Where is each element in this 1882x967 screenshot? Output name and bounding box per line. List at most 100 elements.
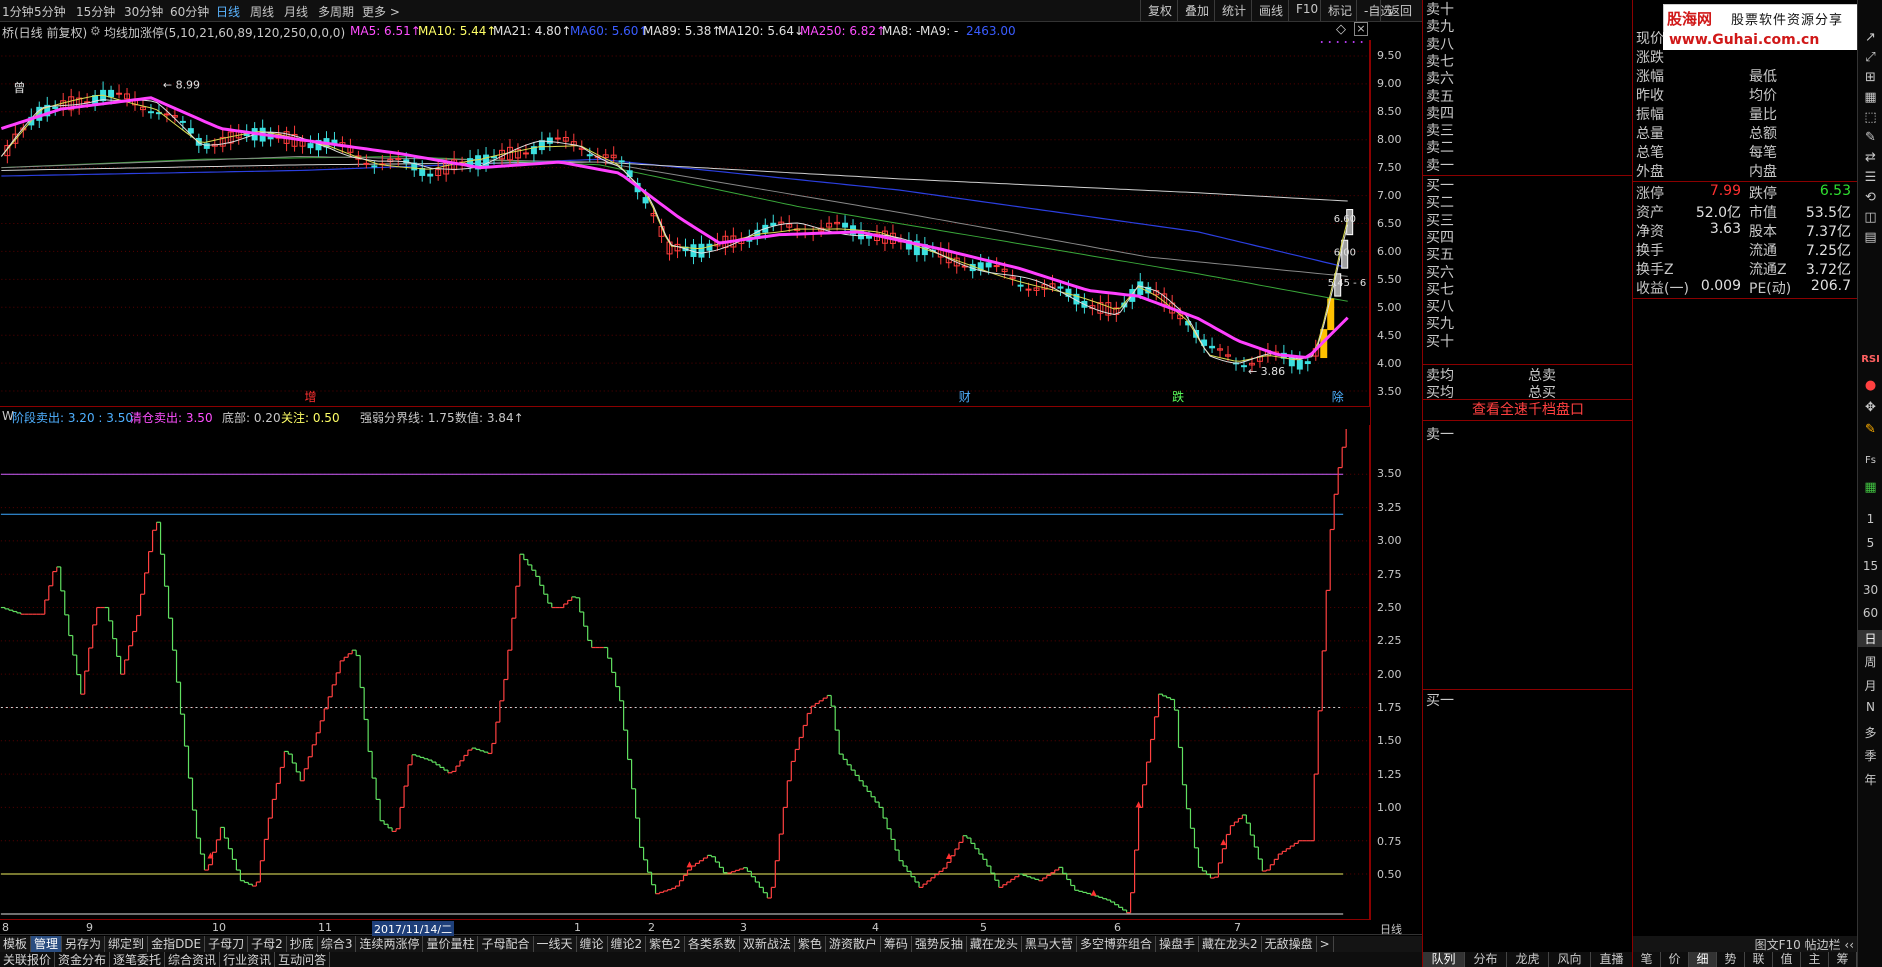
period-60min[interactable]: 60分钟 xyxy=(170,3,209,20)
period-shortcut[interactable]: 15 xyxy=(1858,559,1882,573)
period-15min[interactable]: 15分钟 xyxy=(76,3,115,20)
period-shortcut[interactable]: 30 xyxy=(1858,583,1882,597)
template-tab[interactable]: 管理 xyxy=(31,936,63,952)
detail-tab[interactable]: 势 xyxy=(1717,952,1745,967)
template-tab[interactable]: 缠论2 xyxy=(608,936,647,952)
quick-view-button[interactable]: 查看全速千档盘口 xyxy=(1423,399,1633,421)
info-tab[interactable]: 行业资讯 xyxy=(220,952,276,967)
template-tab[interactable]: 强势反抽 xyxy=(912,936,967,952)
side-tab[interactable]: 分布 xyxy=(1465,952,1507,967)
info-tab[interactable]: 资金分布 xyxy=(55,952,111,967)
template-tab[interactable]: 金指DDE xyxy=(148,936,206,952)
indicator-formula[interactable]: 均线加涨停(5,10,21,60,89,120,250,0,0,0) xyxy=(104,24,345,41)
info-tab[interactable]: 关联报价 xyxy=(0,952,56,967)
tool-icon[interactable]: ☰ xyxy=(1858,170,1882,185)
side-tab[interactable]: 队列 xyxy=(1423,952,1465,967)
template-tab[interactable]: 子母刀 xyxy=(205,936,249,952)
period-shortcut[interactable]: 5 xyxy=(1858,536,1882,550)
detail-tab[interactable]: 主 xyxy=(1801,952,1829,967)
tool-icon[interactable]: ▤ xyxy=(1858,230,1882,245)
detail-tab[interactable]: 价 xyxy=(1661,952,1689,967)
period-day[interactable]: 日线 xyxy=(216,3,240,20)
template-tab[interactable]: 绑定到 xyxy=(105,936,149,952)
fs-icon[interactable]: Fs xyxy=(1858,455,1882,466)
template-tab[interactable]: 多空博弈组合 xyxy=(1077,936,1156,952)
period-shortcut[interactable]: 周 xyxy=(1858,653,1882,670)
template-tab[interactable]: 无敌操盘 xyxy=(1262,936,1317,952)
rsi-icon[interactable]: RSI xyxy=(1858,354,1882,365)
template-tab[interactable]: 量价量柱 xyxy=(423,936,479,952)
detail-tab[interactable]: 联 xyxy=(1745,952,1773,967)
tool-icon[interactable]: ⬚ xyxy=(1858,110,1882,125)
template-tab[interactable]: 子母2 xyxy=(248,936,287,952)
info-tab[interactable]: 逐笔委托 xyxy=(110,952,166,967)
side-tab[interactable]: 直播 xyxy=(1591,952,1633,967)
period-more[interactable]: 更多 > xyxy=(362,3,400,20)
template-tab[interactable]: 抄底 xyxy=(287,936,318,952)
template-tab[interactable]: 各类系数 xyxy=(685,936,740,952)
template-tab[interactable]: 另存为 xyxy=(62,936,106,952)
side-tab[interactable]: 龙虎 xyxy=(1507,952,1549,967)
period-5min[interactable]: 5分钟 xyxy=(34,3,66,20)
expand-icon[interactable]: ◇ xyxy=(1336,22,1346,37)
period-shortcut[interactable]: 年 xyxy=(1858,771,1882,788)
template-tab[interactable]: 综合3 xyxy=(318,936,357,952)
back-button[interactable]: 返回 xyxy=(1380,0,1419,21)
tool-icon[interactable]: ▦ xyxy=(1858,90,1882,105)
side-tab[interactable]: 风向 xyxy=(1549,952,1591,967)
grid-icon[interactable]: ▦ xyxy=(1858,480,1882,495)
period-1min[interactable]: 1分钟 xyxy=(2,3,34,20)
template-tab[interactable]: 双新战法 xyxy=(740,936,795,952)
tool-icon[interactable]: ⤢ xyxy=(1858,50,1882,65)
period-shortcut[interactable]: 月 xyxy=(1858,677,1882,694)
period-month[interactable]: 月线 xyxy=(284,3,308,20)
stats-button[interactable]: 统计 xyxy=(1214,0,1253,21)
period-30min[interactable]: 30分钟 xyxy=(124,3,163,20)
price-chart[interactable]: ← 8.99 ← 3.86 6.60 6.00 5.45 - 6 曾增 财 跌 除 xyxy=(0,40,1370,407)
template-tab[interactable]: 紫色2 xyxy=(646,936,685,952)
tool-icon[interactable]: ↗ xyxy=(1858,30,1882,45)
template-tab[interactable]: 游资散户 xyxy=(826,936,881,952)
template-tab[interactable]: 模板 xyxy=(0,936,32,952)
period-multi[interactable]: 多周期 xyxy=(318,3,354,20)
indicator-chart[interactable] xyxy=(0,425,1370,920)
detail-tab[interactable]: 笔 xyxy=(1633,952,1661,967)
period-shortcut[interactable]: 60 xyxy=(1858,606,1882,620)
detail-tab[interactable]: 细 xyxy=(1689,952,1717,967)
template-tab[interactable]: 一线天 xyxy=(534,936,577,952)
mark-button[interactable]: 标记 xyxy=(1320,0,1359,21)
template-tab[interactable]: 连续两涨停 xyxy=(356,936,424,952)
tool-icon[interactable]: ⇄ xyxy=(1858,150,1882,165)
period-shortcut[interactable]: 日 xyxy=(1858,629,1882,647)
period-week[interactable]: 周线 xyxy=(250,3,274,20)
template-tab[interactable]: 筹码 xyxy=(881,936,912,952)
tool-icon[interactable]: ◫ xyxy=(1858,210,1882,225)
tool-icon[interactable]: ✎ xyxy=(1858,130,1882,145)
period-shortcut[interactable]: 季 xyxy=(1858,747,1882,764)
detail-tab[interactable]: 筹 xyxy=(1829,952,1857,967)
tool-icon[interactable]: ⟲ xyxy=(1858,190,1882,205)
template-tab[interactable]: 操盘手 xyxy=(1156,936,1199,952)
template-tab[interactable]: 缠论 xyxy=(577,936,608,952)
close-icon[interactable]: × xyxy=(1354,22,1368,36)
template-tab[interactable]: > xyxy=(1317,936,1334,952)
crosshair-icon[interactable]: ✥ xyxy=(1858,400,1882,415)
overlay-button[interactable]: 叠加 xyxy=(1177,0,1216,21)
info-tab[interactable]: 综合资讯 xyxy=(165,952,221,967)
template-tab[interactable]: 子母配合 xyxy=(478,936,534,952)
period-shortcut[interactable]: 1 xyxy=(1858,512,1882,526)
info-tab[interactable]: 互动问答 xyxy=(275,952,331,967)
draw-line-button[interactable]: 画线 xyxy=(1251,0,1290,21)
template-tab[interactable]: 藏在龙头 xyxy=(967,936,1022,952)
fq-button[interactable]: 复权 xyxy=(1140,0,1179,21)
f10-link[interactable]: 图文F10 帖边栏 ‹‹ xyxy=(1633,936,1858,952)
template-tab[interactable]: 黑马大营 xyxy=(1022,936,1077,952)
template-tab[interactable]: 紫色 xyxy=(795,936,826,952)
pencil-icon[interactable]: ✎ xyxy=(1858,422,1882,437)
detail-tab[interactable]: 值 xyxy=(1773,952,1801,967)
alert-icon[interactable]: ● xyxy=(1858,378,1882,393)
period-shortcut[interactable]: 多 xyxy=(1858,724,1882,741)
settings-icon[interactable]: ⚙ xyxy=(90,24,101,38)
template-tab[interactable]: 藏在龙头2 xyxy=(1199,936,1262,952)
period-shortcut[interactable]: N xyxy=(1858,700,1882,714)
